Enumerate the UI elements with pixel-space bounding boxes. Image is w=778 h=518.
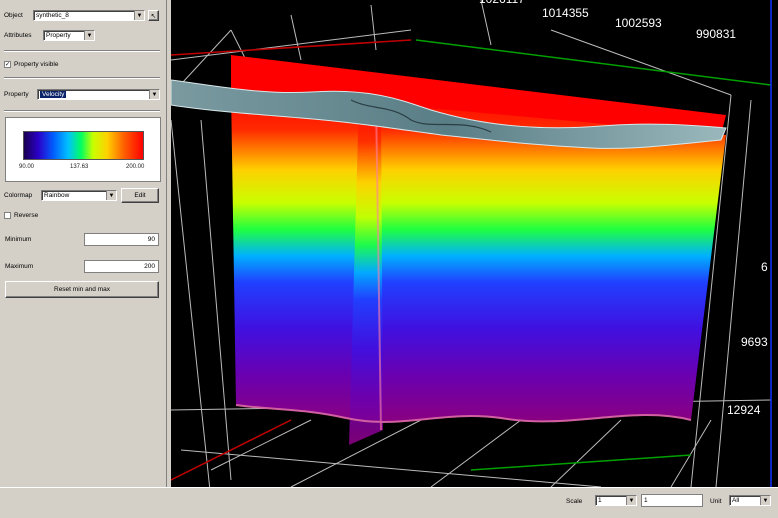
chevron-down-icon: ▼ bbox=[760, 496, 770, 505]
colormap-preview: 90.00 137.63 200.00 bbox=[5, 117, 161, 182]
chevron-down-icon: ▼ bbox=[149, 90, 159, 99]
object-pick-button[interactable]: ↖ bbox=[148, 10, 159, 21]
colormap-max-tick: 200.00 bbox=[126, 164, 145, 170]
colormap-mid-tick: 137.63 bbox=[70, 164, 89, 170]
property-label: Property bbox=[4, 91, 29, 98]
3d-viewer[interactable]: 1026117 1014355 1002593 990831 6 9693 12… bbox=[171, 0, 778, 487]
chevron-down-icon: ▼ bbox=[106, 191, 116, 200]
top-axis-label-3: 990831 bbox=[696, 27, 737, 41]
axis-line-green bbox=[415, 39, 772, 86]
attributes-label: Attributes bbox=[4, 32, 32, 39]
scale-select[interactable]: 1 ▼ bbox=[595, 495, 637, 506]
right-axis-label-3: 12924 bbox=[727, 403, 761, 417]
minimum-label: Minimum bbox=[5, 236, 32, 243]
property-visible-label: Property visible bbox=[14, 61, 59, 68]
top-axis-label-partial: 1026117 bbox=[479, 0, 525, 6]
reset-min-max-button[interactable]: Reset min and max bbox=[5, 281, 159, 298]
attributes-select[interactable]: Property ▼ bbox=[43, 30, 95, 41]
property-select[interactable]: Velocity ▼ bbox=[37, 89, 160, 100]
unit-select[interactable]: All ▼ bbox=[729, 495, 771, 506]
divider bbox=[4, 50, 160, 52]
colormap-min-tick: 90.00 bbox=[19, 164, 35, 170]
axis-line-green-bottom bbox=[470, 454, 692, 471]
divider bbox=[4, 77, 160, 79]
3d-scene bbox=[171, 0, 772, 487]
chevron-down-icon: ▼ bbox=[84, 31, 94, 40]
object-label: Object bbox=[4, 12, 23, 19]
property-visible-checkbox[interactable]: ✓ bbox=[4, 61, 11, 68]
edit-colormap-button[interactable]: Edit bbox=[121, 188, 159, 203]
axis-line-red-bottom bbox=[171, 419, 292, 481]
top-axis-label-1: 1014355 bbox=[542, 6, 589, 20]
status-bar: Scale 1 ▼ 1 Unit All ▼ bbox=[0, 487, 778, 518]
colormap-select[interactable]: Rainbow ▼ bbox=[41, 190, 117, 201]
right-axis-label-1: 6 bbox=[761, 260, 768, 274]
top-axis-label-2: 1002593 bbox=[615, 16, 662, 30]
reverse-checkbox[interactable] bbox=[4, 212, 11, 219]
property-panel: Object synthetic_8 ▼ ↖ Attributes Proper… bbox=[0, 0, 167, 487]
axis-line-red bbox=[171, 39, 412, 56]
right-axis-label-2: 9693 bbox=[741, 335, 768, 349]
scale-input[interactable]: 1 bbox=[641, 494, 703, 507]
object-select[interactable]: synthetic_8 ▼ bbox=[33, 10, 145, 21]
maximum-label: Maximum bbox=[5, 263, 34, 270]
reverse-label: Reverse bbox=[14, 212, 39, 219]
colormap-label: Colormap bbox=[4, 192, 33, 199]
colormap-bar bbox=[23, 131, 144, 160]
divider bbox=[4, 110, 160, 112]
minimum-input[interactable]: 90 bbox=[84, 233, 159, 246]
maximum-input[interactable]: 200 bbox=[84, 260, 159, 273]
chevron-down-icon: ▼ bbox=[134, 11, 144, 20]
unit-label: Unit bbox=[710, 498, 722, 505]
chevron-down-icon: ▼ bbox=[626, 496, 636, 505]
scale-label: Scale bbox=[566, 498, 583, 505]
